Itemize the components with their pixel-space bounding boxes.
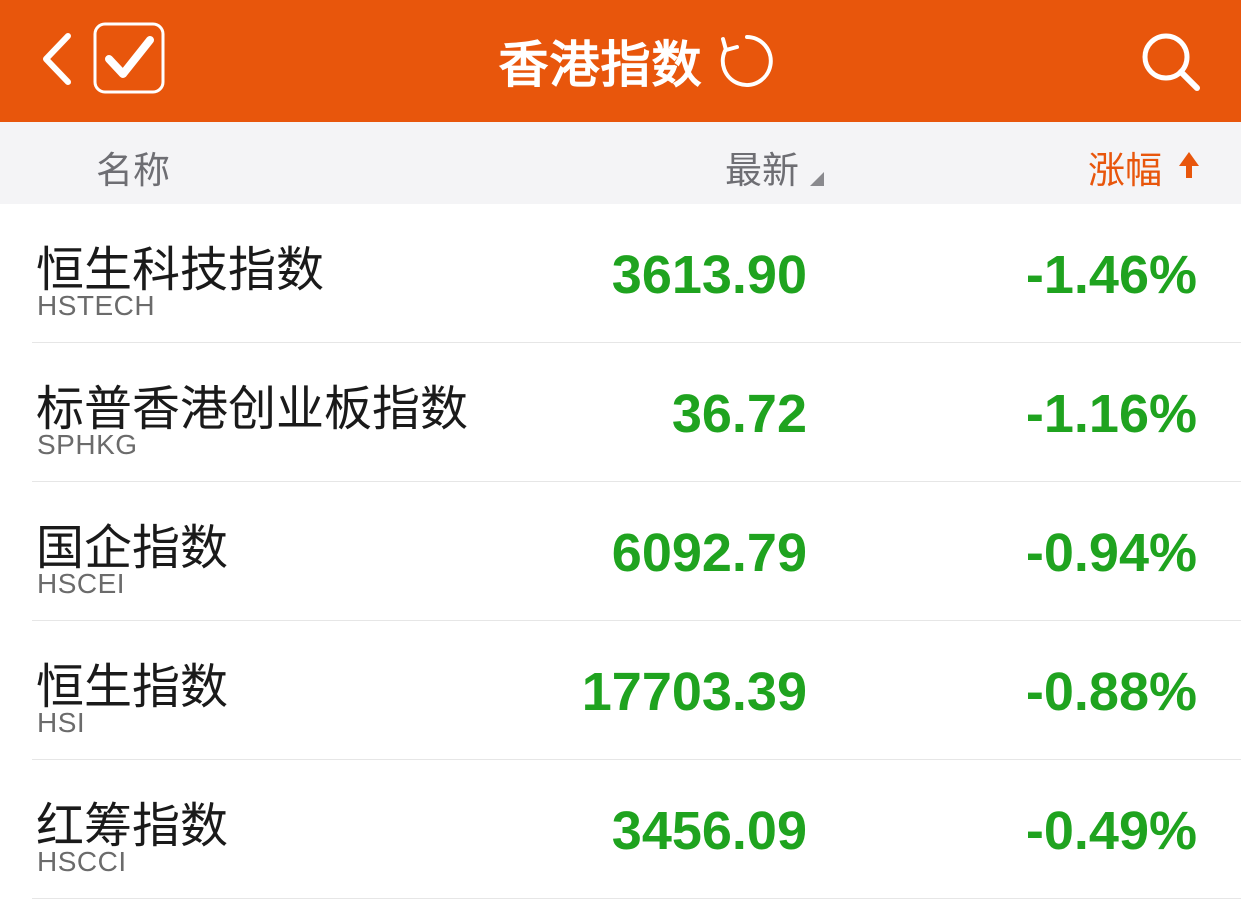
column-latest-sort[interactable]: 最新 xyxy=(725,140,799,194)
index-change: -0.49% xyxy=(1025,801,1197,861)
list-item[interactable]: 国企指数 HSCEI 6092.79 -0.94% xyxy=(0,482,1241,621)
index-change: -0.94% xyxy=(1025,523,1197,583)
arrow-up-icon xyxy=(1179,152,1199,178)
checkbox-checked-icon xyxy=(93,22,165,94)
list-item[interactable]: 红筹指数 HSCCI 3456.09 -0.49% xyxy=(0,760,1241,899)
refresh-button[interactable] xyxy=(717,31,777,91)
refresh-icon xyxy=(720,35,773,87)
index-code: HSCCI xyxy=(37,846,127,877)
index-change: -1.16% xyxy=(1025,384,1197,444)
index-price: 3613.90 xyxy=(611,245,807,305)
index-price: 17703.39 xyxy=(581,662,807,722)
index-change: -1.46% xyxy=(1025,245,1197,305)
column-header-bar: 名称 最新 涨幅 xyxy=(0,122,1241,204)
index-list: 恒生科技指数 HSTECH 3613.90 -1.46% 标普香港创业板指数 S… xyxy=(0,204,1241,899)
index-code: HSTECH xyxy=(37,290,156,321)
page-title: 香港指数 xyxy=(498,36,703,94)
index-price: 6092.79 xyxy=(611,523,807,583)
select-toggle-button[interactable] xyxy=(93,22,165,94)
top-navigation-bar: 香港指数 xyxy=(0,0,1241,122)
list-item[interactable]: 标普香港创业板指数 SPHKG 36.72 -1.16% xyxy=(0,343,1241,482)
search-icon xyxy=(1142,33,1200,91)
column-change-sort[interactable]: 涨幅 xyxy=(1088,140,1162,194)
index-price: 36.72 xyxy=(671,384,807,444)
app-screen: 香港指数 名称 最新 涨幅 恒生科技指数 HSTECH 3613.90 -1.4… xyxy=(0,0,1241,901)
list-item[interactable]: 恒生指数 HSI 17703.39 -0.88% xyxy=(0,621,1241,760)
index-code: HSI xyxy=(37,707,86,738)
index-price: 3456.09 xyxy=(611,801,807,861)
title-container: 香港指数 xyxy=(0,0,1241,122)
back-button[interactable] xyxy=(34,26,82,92)
sort-triangle-icon xyxy=(810,172,824,186)
index-code: SPHKG xyxy=(37,429,138,460)
column-name-label: 名称 xyxy=(96,149,170,192)
chevron-left-icon xyxy=(43,33,71,85)
list-item[interactable]: 恒生科技指数 HSTECH 3613.90 -1.46% xyxy=(0,204,1241,343)
search-button[interactable] xyxy=(1139,30,1203,94)
index-change: -0.88% xyxy=(1025,662,1197,722)
index-code: HSCEI xyxy=(37,568,126,599)
